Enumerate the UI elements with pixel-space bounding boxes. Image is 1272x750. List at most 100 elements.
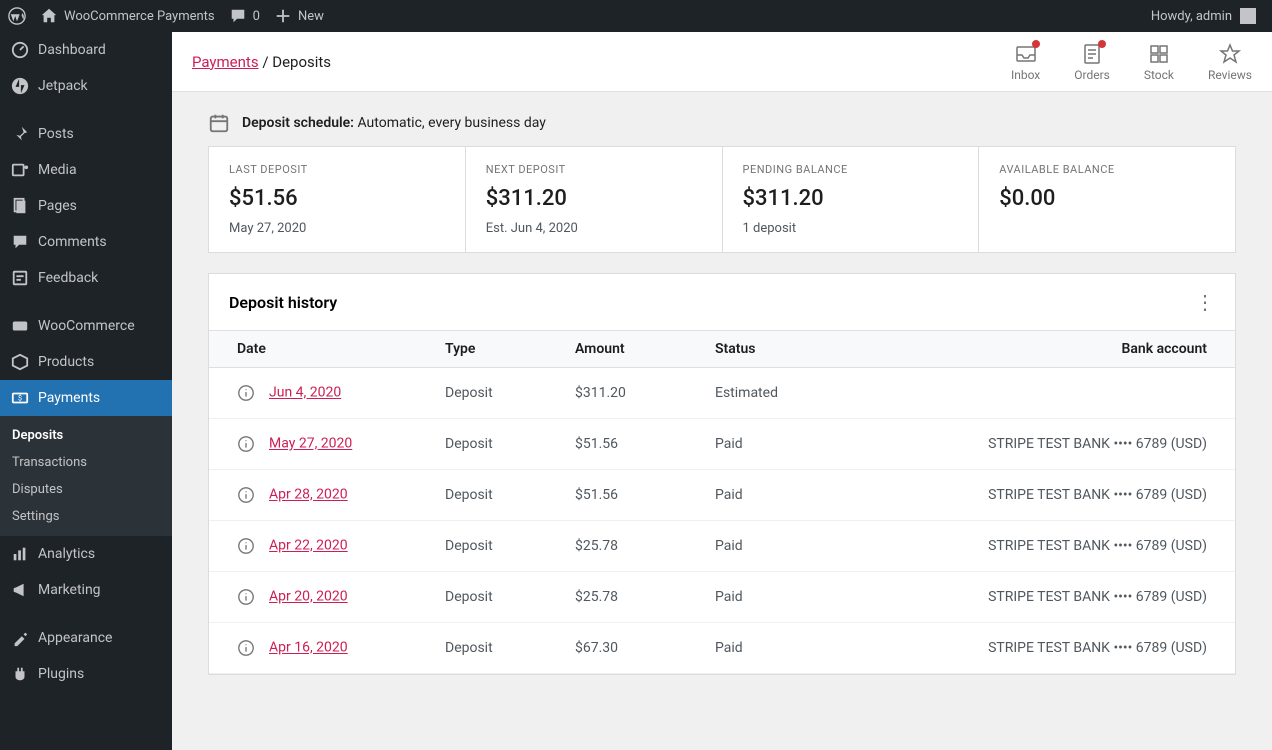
summary-pending-balance: PENDING BALANCE $311.20 1 deposit xyxy=(723,147,980,252)
panel-menu-icon[interactable]: ⋮ xyxy=(1195,290,1215,314)
deposit-status: Paid xyxy=(699,623,849,674)
deposit-type: Deposit xyxy=(429,623,559,674)
calendar-icon xyxy=(208,112,230,134)
info-icon xyxy=(237,435,255,453)
table-row[interactable]: Apr 28, 2020 Deposit $51.56 Paid STRIPE … xyxy=(209,470,1235,521)
info-icon xyxy=(237,537,255,555)
header-action-orders[interactable]: Orders xyxy=(1074,42,1110,82)
orders-icon xyxy=(1080,42,1104,66)
deposit-amount: $25.78 xyxy=(559,521,699,572)
products-icon xyxy=(10,352,30,372)
sidebar-item-comments[interactable]: Comments xyxy=(0,224,172,260)
sidebar-item-analytics[interactable]: Analytics xyxy=(0,536,172,572)
table-row[interactable]: Apr 16, 2020 Deposit $67.30 Paid STRIPE … xyxy=(209,623,1235,674)
woo-icon xyxy=(10,316,30,336)
table-row[interactable]: Apr 22, 2020 Deposit $25.78 Paid STRIPE … xyxy=(209,521,1235,572)
sidebar-item-payments[interactable]: $Payments xyxy=(0,380,172,416)
sidebar-item-posts[interactable]: Posts xyxy=(0,116,172,152)
summary-available-balance: AVAILABLE BALANCE $0.00 xyxy=(979,147,1235,252)
svg-text:$: $ xyxy=(18,394,22,403)
deposit-date-link[interactable]: Apr 16, 2020 xyxy=(269,640,348,656)
schedule-label: Deposit schedule: xyxy=(242,115,354,131)
sidebar-item-pages[interactable]: Pages xyxy=(0,188,172,224)
sidebar-item-appearance[interactable]: Appearance xyxy=(0,620,172,656)
table-row[interactable]: May 27, 2020 Deposit $51.56 Paid STRIPE … xyxy=(209,419,1235,470)
sidebar-item-feedback[interactable]: Feedback xyxy=(0,260,172,296)
info-icon xyxy=(237,486,255,504)
new-label: New xyxy=(298,9,324,24)
deposit-table: Date Type Amount Status Bank account Jun… xyxy=(209,330,1235,674)
deposit-bank: STRIPE TEST BANK •••• 6789 (USD) xyxy=(849,572,1235,623)
new-link[interactable]: New xyxy=(274,7,324,25)
header-action-reviews[interactable]: Reviews xyxy=(1208,42,1252,82)
header-action-inbox[interactable]: Inbox xyxy=(1011,42,1040,82)
page-header: Payments / Deposits Inbox Orders Stock xyxy=(172,32,1272,92)
home-icon xyxy=(40,7,58,25)
site-name: WooCommerce Payments xyxy=(64,9,215,24)
deposit-type: Deposit xyxy=(429,368,559,419)
inbox-icon xyxy=(1014,42,1038,66)
deposit-amount: $67.30 xyxy=(559,623,699,674)
comments-icon xyxy=(10,232,30,252)
header-action-stock[interactable]: Stock xyxy=(1144,42,1174,82)
col-date[interactable]: Date xyxy=(209,331,429,368)
howdy-text: Howdy, admin xyxy=(1151,9,1232,24)
submenu-settings[interactable]: Settings xyxy=(0,503,172,530)
table-row[interactable]: Jun 4, 2020 Deposit $311.20 Estimated xyxy=(209,368,1235,419)
submenu-disputes[interactable]: Disputes xyxy=(0,476,172,503)
stock-icon xyxy=(1147,42,1171,66)
sidebar-item-woocommerce[interactable]: WooCommerce xyxy=(0,308,172,344)
deposit-status: Estimated xyxy=(699,368,849,419)
deposit-amount: $25.78 xyxy=(559,572,699,623)
deposit-date-link[interactable]: Apr 22, 2020 xyxy=(269,538,348,554)
submenu-transactions[interactable]: Transactions xyxy=(0,449,172,476)
user-menu[interactable]: Howdy, admin xyxy=(1151,8,1264,24)
comment-icon xyxy=(229,7,247,25)
table-row[interactable]: Apr 20, 2020 Deposit $25.78 Paid STRIPE … xyxy=(209,572,1235,623)
sidebar-item-plugins[interactable]: Plugins xyxy=(0,656,172,692)
admin-sidebar: Dashboard Jetpack Posts Media Pages Comm… xyxy=(0,32,172,750)
deposit-bank: STRIPE TEST BANK •••• 6789 (USD) xyxy=(849,623,1235,674)
avatar xyxy=(1240,8,1256,24)
summary-last-deposit: LAST DEPOSIT $51.56 May 27, 2020 xyxy=(209,147,466,252)
col-status[interactable]: Status xyxy=(699,331,849,368)
reviews-icon xyxy=(1218,42,1242,66)
deposit-schedule: Deposit schedule: Automatic, every busin… xyxy=(172,92,1272,146)
comments-link[interactable]: 0 xyxy=(229,7,260,25)
deposit-type: Deposit xyxy=(429,572,559,623)
sidebar-item-media[interactable]: Media xyxy=(0,152,172,188)
sidebar-item-jetpack[interactable]: Jetpack xyxy=(0,68,172,104)
deposit-type: Deposit xyxy=(429,470,559,521)
col-type[interactable]: Type xyxy=(429,331,559,368)
deposit-amount: $51.56 xyxy=(559,470,699,521)
summary-cards: LAST DEPOSIT $51.56 May 27, 2020 NEXT DE… xyxy=(208,146,1236,253)
deposit-bank: STRIPE TEST BANK •••• 6789 (USD) xyxy=(849,470,1235,521)
sidebar-item-marketing[interactable]: Marketing xyxy=(0,572,172,608)
breadcrumb-parent[interactable]: Payments xyxy=(192,53,259,71)
pages-icon xyxy=(10,196,30,216)
payments-icon: $ xyxy=(10,388,30,408)
deposit-bank: STRIPE TEST BANK •••• 6789 (USD) xyxy=(849,521,1235,572)
submenu-deposits[interactable]: Deposits xyxy=(0,422,172,449)
deposit-amount: $51.56 xyxy=(559,419,699,470)
plus-icon xyxy=(274,7,292,25)
sidebar-item-dashboard[interactable]: Dashboard xyxy=(0,32,172,68)
panel-title: Deposit history xyxy=(229,293,337,312)
site-link[interactable]: WooCommerce Payments xyxy=(40,7,215,25)
breadcrumb: Payments / Deposits xyxy=(192,53,331,71)
plugins-icon xyxy=(10,664,30,684)
deposit-status: Paid xyxy=(699,521,849,572)
col-amount[interactable]: Amount xyxy=(559,331,699,368)
deposit-date-link[interactable]: Jun 4, 2020 xyxy=(269,385,341,401)
deposit-amount: $311.20 xyxy=(559,368,699,419)
schedule-value: Automatic, every business day xyxy=(357,115,545,131)
deposit-status: Paid xyxy=(699,470,849,521)
wp-logo-icon[interactable] xyxy=(8,7,26,25)
col-bank[interactable]: Bank account xyxy=(849,331,1235,368)
deposit-date-link[interactable]: May 27, 2020 xyxy=(269,436,352,452)
dashboard-icon xyxy=(10,40,30,60)
deposit-date-link[interactable]: Apr 20, 2020 xyxy=(269,589,348,605)
deposit-date-link[interactable]: Apr 28, 2020 xyxy=(269,487,348,503)
sidebar-item-products[interactable]: Products xyxy=(0,344,172,380)
appearance-icon xyxy=(10,628,30,648)
